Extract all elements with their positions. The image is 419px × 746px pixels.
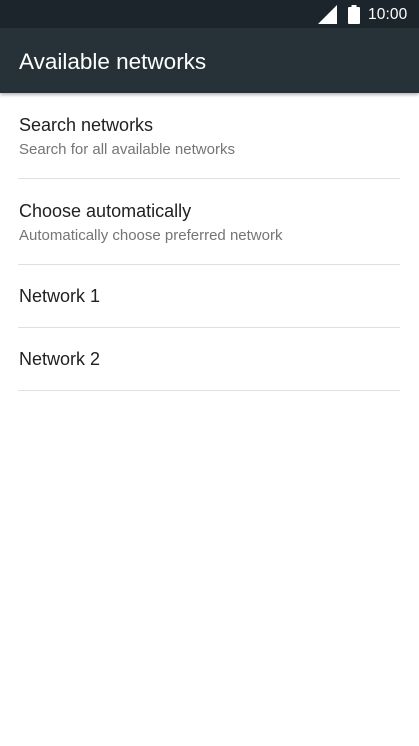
choose-automatically-title: Choose automatically — [19, 201, 192, 221]
search-networks-summary: Search for all available networks — [19, 141, 235, 158]
network-1-item[interactable]: Network 1 — [0, 265, 419, 327]
search-networks-item[interactable]: Search networks Search for all available… — [0, 93, 419, 178]
choose-automatically-summary: Automatically choose preferred network — [19, 227, 283, 244]
cellular-signal-icon — [318, 5, 337, 24]
list-divider — [18, 390, 400, 391]
page-title: Available networks — [19, 49, 207, 74]
network-2-item[interactable]: Network 2 — [0, 328, 419, 390]
status-bar: 10:00 — [0, 0, 419, 28]
network-2-title: Network 2 — [19, 349, 101, 369]
network-1-title: Network 1 — [19, 286, 101, 306]
status-clock: 10:00 — [368, 6, 408, 23]
battery-icon — [348, 5, 360, 24]
choose-automatically-item[interactable]: Choose automatically Automatically choos… — [0, 179, 419, 264]
search-networks-title: Search networks — [19, 115, 154, 135]
app-bar: Available networks — [0, 28, 419, 93]
